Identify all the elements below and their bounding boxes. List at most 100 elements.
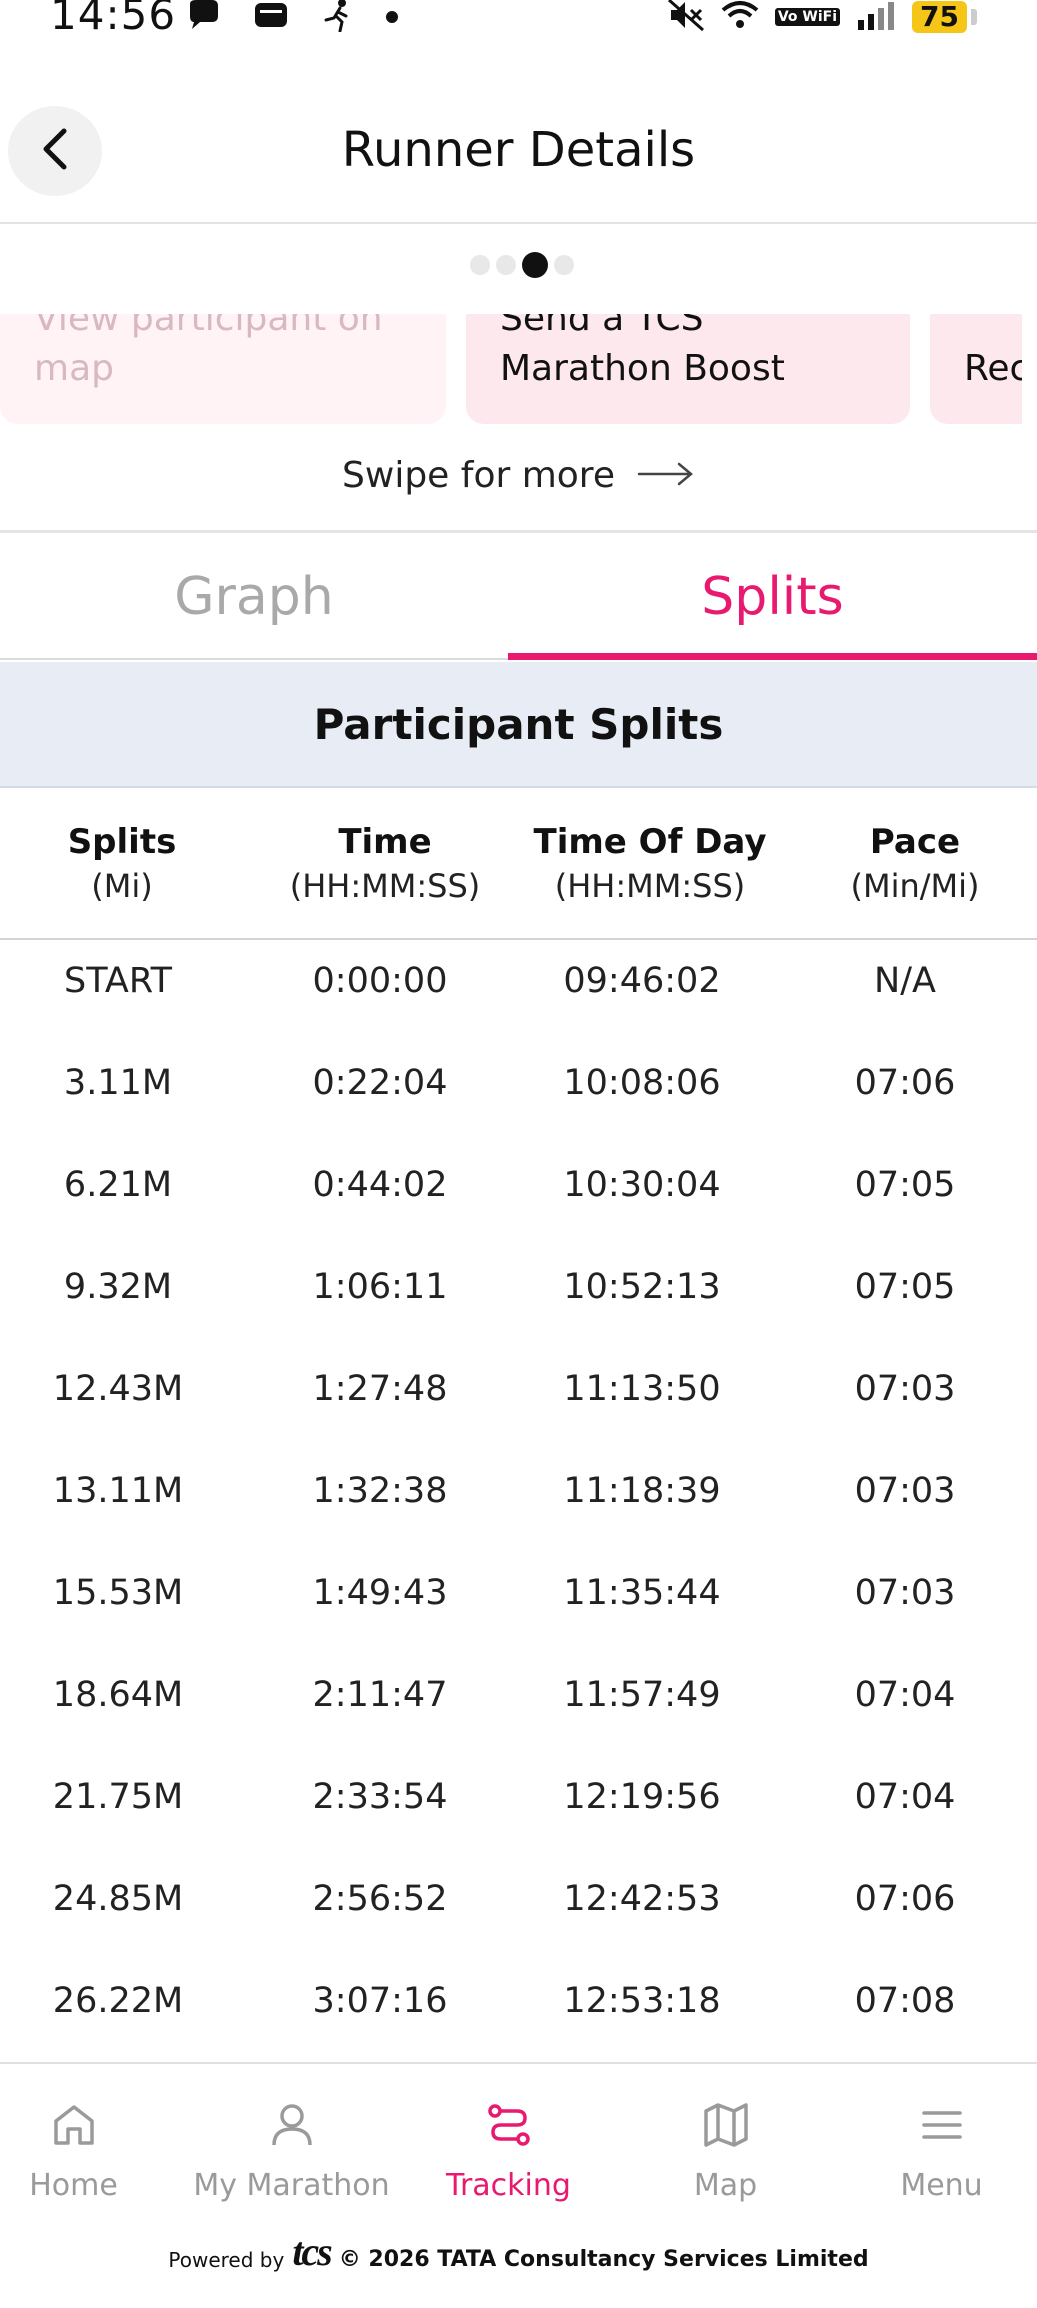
split-distance: START xyxy=(64,961,172,1001)
home-icon xyxy=(0,2094,177,2156)
split-pace: 07:05 xyxy=(854,1165,956,1205)
split-time: 1:32:38 xyxy=(312,1471,448,1511)
nav-label: Map xyxy=(693,2168,758,2203)
page-title: Runner Details xyxy=(341,122,696,178)
active-tab-indicator xyxy=(508,653,1037,660)
table-row: 24.85M 2:56:52 12:42:53 07:06 xyxy=(0,1863,1037,1965)
column-header-time: Time (HH:MM:SS) xyxy=(289,822,481,905)
swipe-hint-text: Swipe for more xyxy=(342,455,615,496)
split-time-of-day: 11:13:50 xyxy=(563,1369,721,1409)
view-on-map-card[interactable]: View participant on map xyxy=(0,314,446,424)
system-icons: Vo WiFi 75 xyxy=(667,0,977,36)
split-time: 1:06:11 xyxy=(312,1267,448,1307)
split-time: 0:44:02 xyxy=(312,1165,448,1205)
split-pace: 07:08 xyxy=(854,1981,956,2021)
card-label: View participant on map xyxy=(34,314,383,389)
table-row: 12.43M 1:27:48 11:13:50 07:03 xyxy=(0,1353,1037,1455)
split-time-of-day: 09:46:02 xyxy=(563,961,721,1001)
nav-label: Menu xyxy=(900,2168,983,2203)
split-pace: 07:03 xyxy=(854,1369,956,1409)
split-time: 1:27:48 xyxy=(312,1369,448,1409)
wifi-icon xyxy=(721,0,759,34)
split-time: 2:56:52 xyxy=(312,1879,448,1919)
split-time-of-day: 11:35:44 xyxy=(563,1573,721,1613)
nav-tracking[interactable]: Tracking xyxy=(405,2094,612,2203)
split-time-of-day: 11:18:39 xyxy=(563,1471,721,1511)
split-pace: 07:04 xyxy=(854,1675,956,1715)
table-row: START 0:00:00 09:46:02 N/A xyxy=(0,945,1037,1047)
status-bar: 14:56 Vo WiFi 75 xyxy=(0,0,1037,40)
split-time-of-day: 12:53:18 xyxy=(563,1981,721,2021)
table-row: 13.11M 1:32:38 11:18:39 07:03 xyxy=(0,1455,1037,1557)
pager-dot-active[interactable] xyxy=(521,252,548,278)
nav-label: Tracking xyxy=(446,2168,571,2203)
split-distance: 9.32M xyxy=(63,1267,173,1307)
arrow-right-icon xyxy=(637,455,695,496)
map-icon xyxy=(622,2094,829,2156)
action-cards-carousel[interactable]: View participant on map Send a TCS Marat… xyxy=(0,314,1022,424)
split-distance: 6.21M xyxy=(63,1165,173,1205)
column-header-pace: Pace (Min/Mi) xyxy=(850,822,980,905)
split-time-of-day: 10:30:04 xyxy=(563,1165,721,1205)
status-time: 14:56 xyxy=(50,0,177,39)
carousel-pager xyxy=(0,252,1037,278)
split-pace: 07:06 xyxy=(854,1063,956,1103)
split-time-of-day: 12:42:53 xyxy=(563,1879,721,1919)
nav-home[interactable]: Home xyxy=(0,2094,177,2203)
split-distance: 21.75M xyxy=(52,1777,184,1817)
split-time-of-day: 10:08:06 xyxy=(563,1063,721,1103)
person-icon xyxy=(188,2094,395,2156)
tab-splits[interactable]: Splits xyxy=(508,533,1037,660)
mute-icon xyxy=(667,0,705,36)
tab-bar: Graph Splits xyxy=(0,533,1037,660)
nav-my-marathon[interactable]: My Marathon xyxy=(188,2094,395,2203)
wallet-icon xyxy=(254,1,288,33)
split-time-of-day: 11:57:49 xyxy=(563,1675,721,1715)
split-distance: 26.22M xyxy=(52,1981,184,2021)
card-label: Rec view xyxy=(964,348,1022,389)
copyright-text: © 2026 TATA Consultancy Services Limited xyxy=(338,2247,869,2272)
tcs-logo: tcs xyxy=(292,2229,332,2274)
partial-card[interactable]: Rec view xyxy=(930,314,1022,424)
split-time: 0:00:00 xyxy=(312,961,448,1001)
tab-graph[interactable]: Graph xyxy=(0,533,508,660)
split-distance: 18.64M xyxy=(52,1675,184,1715)
pager-dot[interactable] xyxy=(495,255,516,275)
table-row: 15.53M 1:49:43 11:35:44 07:03 xyxy=(0,1557,1037,1659)
splits-title: Participant Splits xyxy=(0,662,1037,788)
dot-icon xyxy=(386,8,398,27)
column-header-time-of-day: Time Of Day (HH:MM:SS) xyxy=(533,822,767,905)
split-distance: 24.85M xyxy=(52,1879,184,1919)
battery-indicator: 75 xyxy=(912,1,977,33)
column-header-splits: Splits (Mi) xyxy=(67,822,177,905)
split-time: 3:07:16 xyxy=(312,1981,448,2021)
table-row: 21.75M 2:33:54 12:19:56 07:04 xyxy=(0,1761,1037,1863)
table-row: 3.11M 0:22:04 10:08:06 07:06 xyxy=(0,1047,1037,1149)
table-row: 6.21M 0:44:02 10:30:04 07:05 xyxy=(0,1149,1037,1251)
pager-dot[interactable] xyxy=(553,255,574,275)
table-row: 26.22M 3:07:16 12:53:18 07:08 xyxy=(0,1965,1037,2067)
nav-map[interactable]: Map xyxy=(622,2094,829,2203)
split-pace: 07:06 xyxy=(854,1879,956,1919)
pager-dot[interactable] xyxy=(469,255,490,275)
powered-by-text: Powered by xyxy=(168,2248,285,2272)
vowifi-badge: Vo WiFi xyxy=(774,8,841,26)
split-pace: 07:04 xyxy=(854,1777,956,1817)
swipe-hint: Swipe for more xyxy=(0,455,1037,496)
split-distance: 12.43M xyxy=(52,1369,184,1409)
card-label: Send a TCS Marathon Boost xyxy=(500,314,785,389)
nav-label: Home xyxy=(29,2168,118,2203)
signal-icon xyxy=(856,0,896,34)
split-time: 1:49:43 xyxy=(312,1573,448,1613)
split-distance: 13.11M xyxy=(52,1471,184,1511)
splits-table-header: Splits (Mi) Time (HH:MM:SS) Time Of Day … xyxy=(0,790,1037,940)
split-distance: 3.11M xyxy=(63,1063,173,1103)
split-pace: N/A xyxy=(874,961,936,1001)
nav-menu[interactable]: Menu xyxy=(838,2094,1037,2203)
table-row: 18.64M 2:11:47 11:57:49 07:04 xyxy=(0,1659,1037,1761)
split-pace: 07:05 xyxy=(854,1267,956,1307)
split-pace: 07:03 xyxy=(854,1471,956,1511)
hamburger-icon xyxy=(838,2094,1037,2156)
send-boost-card[interactable]: Send a TCS Marathon Boost xyxy=(466,314,910,424)
split-time: 0:22:04 xyxy=(312,1063,448,1103)
